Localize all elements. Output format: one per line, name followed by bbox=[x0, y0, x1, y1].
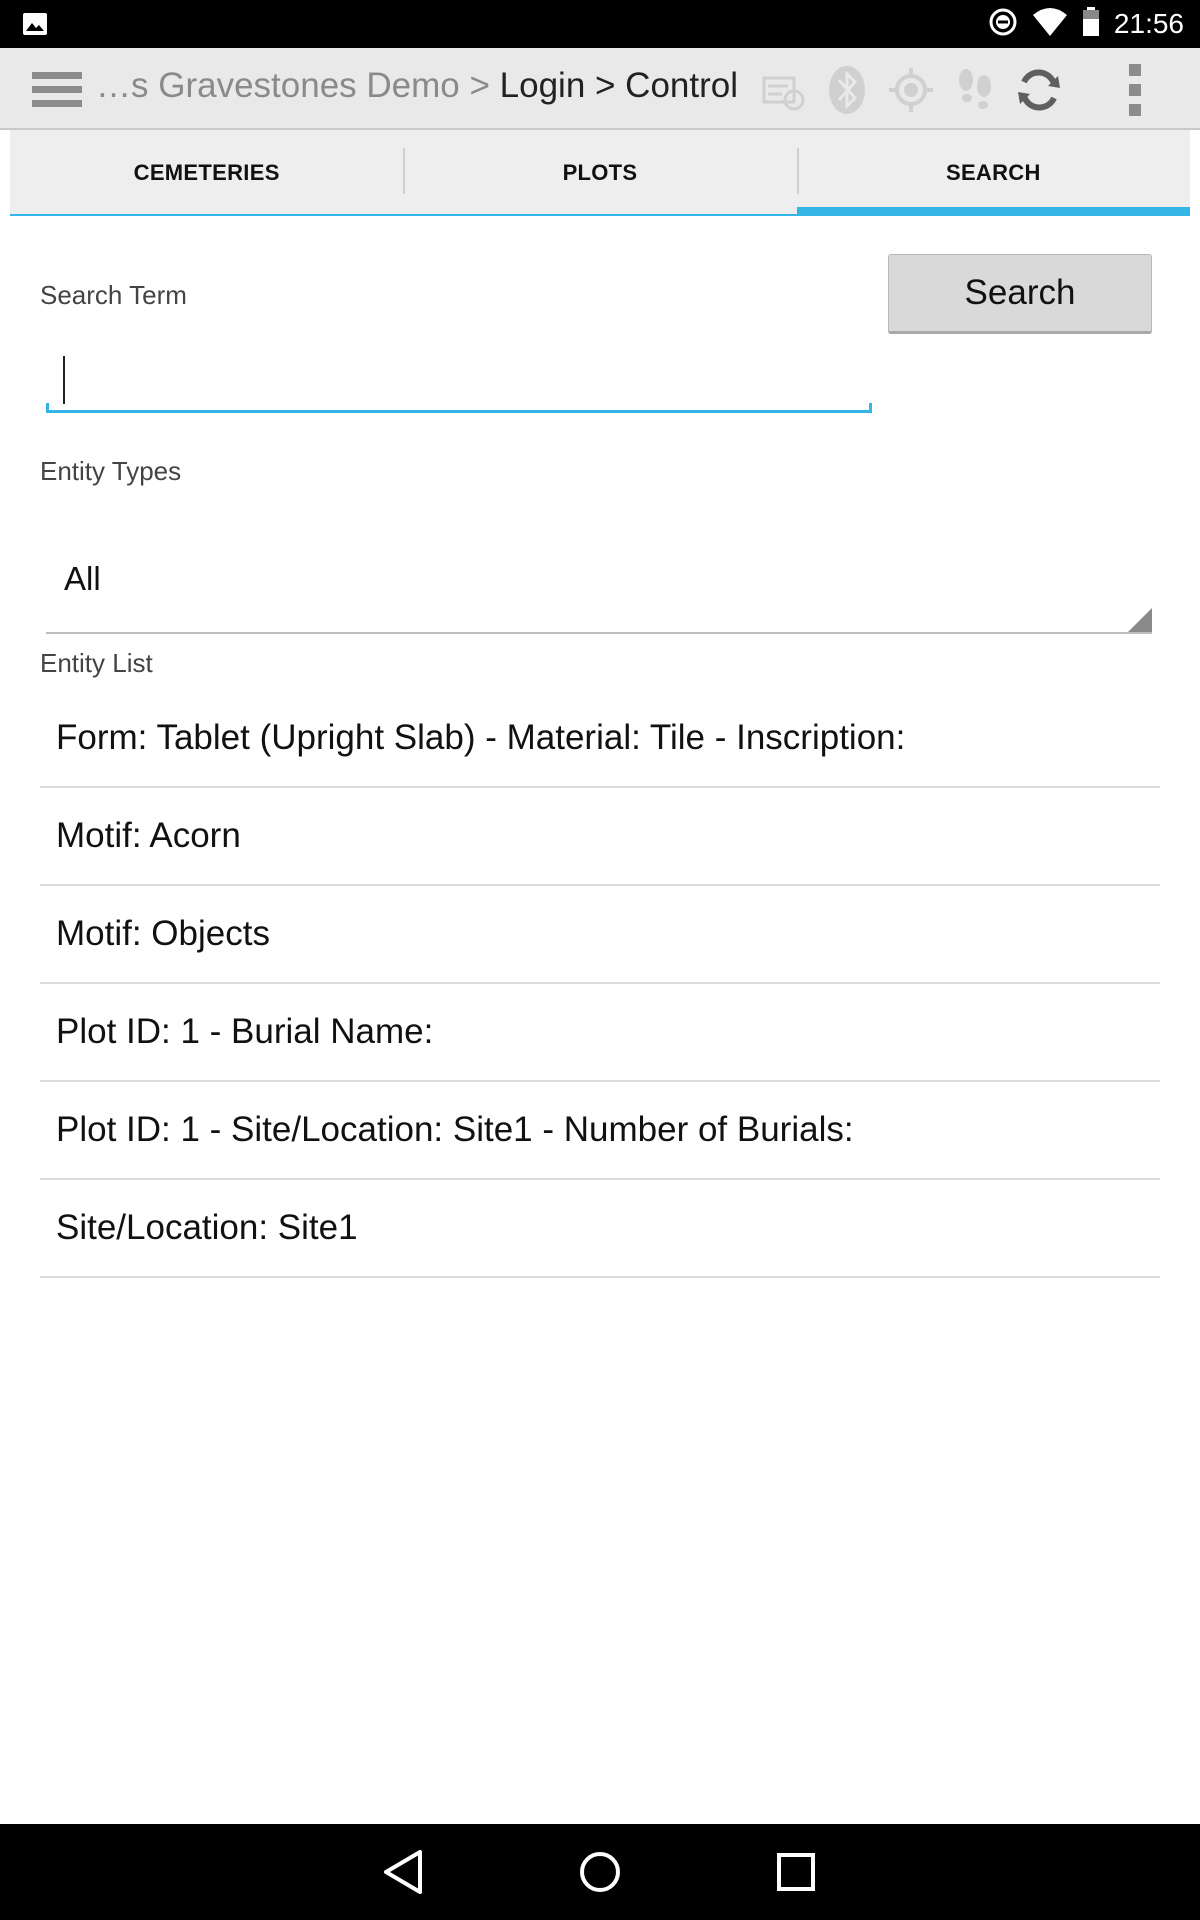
recents-icon[interactable] bbox=[770, 1846, 822, 1898]
tab-label: SEARCH bbox=[945, 160, 1041, 185]
list-item[interactable]: Form: Tablet (Upright Slab) - Material: … bbox=[40, 690, 1160, 788]
navigation-bar bbox=[0, 1824, 1200, 1920]
tab-cemeteries[interactable]: CEMETERIES bbox=[10, 130, 404, 216]
list-item[interactable]: Site/Location: Site1 bbox=[40, 1180, 1160, 1278]
tracking-icon[interactable] bbox=[950, 64, 1000, 116]
search-input-underline bbox=[46, 403, 872, 413]
tab-search[interactable]: SEARCH bbox=[796, 130, 1190, 216]
breadcrumb-module: …s Gravestones Demo > bbox=[96, 66, 500, 105]
home-icon[interactable] bbox=[574, 1846, 626, 1898]
breadcrumb[interactable]: …s Gravestones Demo > Login > Control bbox=[96, 66, 738, 106]
menu-icon[interactable] bbox=[32, 70, 82, 110]
tab-bar: CEMETERIES PLOTS SEARCH bbox=[10, 130, 1190, 216]
status-time: 21:56 bbox=[1113, 8, 1184, 39]
do-not-disturb-icon bbox=[988, 7, 1018, 42]
tab-indicator bbox=[10, 214, 404, 216]
gallery-notification-icon bbox=[22, 12, 48, 36]
battery-icon bbox=[1082, 6, 1100, 42]
tab-indicator-active bbox=[796, 207, 1190, 216]
tab-label: CEMETERIES bbox=[133, 160, 280, 185]
search-term-label: Search Term bbox=[40, 280, 187, 310]
entity-types-label: Entity Types bbox=[40, 456, 182, 486]
list-item[interactable]: Plot ID: 1 - Site/Location: Site1 - Numb… bbox=[40, 1082, 1160, 1180]
list-item[interactable]: Plot ID: 1 - Burial Name: bbox=[40, 984, 1160, 1082]
entity-list: Form: Tablet (Upright Slab) - Material: … bbox=[40, 690, 1160, 1278]
text-cursor bbox=[63, 356, 65, 404]
search-input[interactable] bbox=[46, 348, 872, 414]
action-bar: …s Gravestones Demo > Login > Control bbox=[0, 48, 1200, 130]
sync-icon[interactable] bbox=[1014, 64, 1064, 116]
tab-indicator bbox=[403, 214, 797, 216]
breadcrumb-current: Login > Control bbox=[499, 66, 738, 105]
back-icon[interactable] bbox=[378, 1846, 430, 1898]
list-item[interactable]: Motif: Objects bbox=[40, 886, 1160, 984]
wifi-icon bbox=[1032, 7, 1068, 42]
status-bar: 21:56 bbox=[0, 0, 1200, 48]
sync-status-icon[interactable] bbox=[758, 64, 808, 116]
entity-types-selected: All bbox=[64, 560, 101, 597]
search-button[interactable]: Search bbox=[888, 254, 1152, 334]
bluetooth-icon[interactable] bbox=[822, 64, 872, 116]
gps-icon[interactable] bbox=[886, 64, 936, 116]
tab-plots[interactable]: PLOTS bbox=[403, 130, 797, 216]
dropdown-arrow-icon bbox=[1128, 608, 1152, 632]
entity-types-dropdown[interactable]: All bbox=[46, 540, 1152, 634]
entity-list-label: Entity List bbox=[40, 648, 153, 678]
overflow-menu-icon[interactable] bbox=[1110, 64, 1160, 116]
list-item[interactable]: Motif: Acorn bbox=[40, 788, 1160, 886]
tab-label: PLOTS bbox=[562, 160, 638, 185]
